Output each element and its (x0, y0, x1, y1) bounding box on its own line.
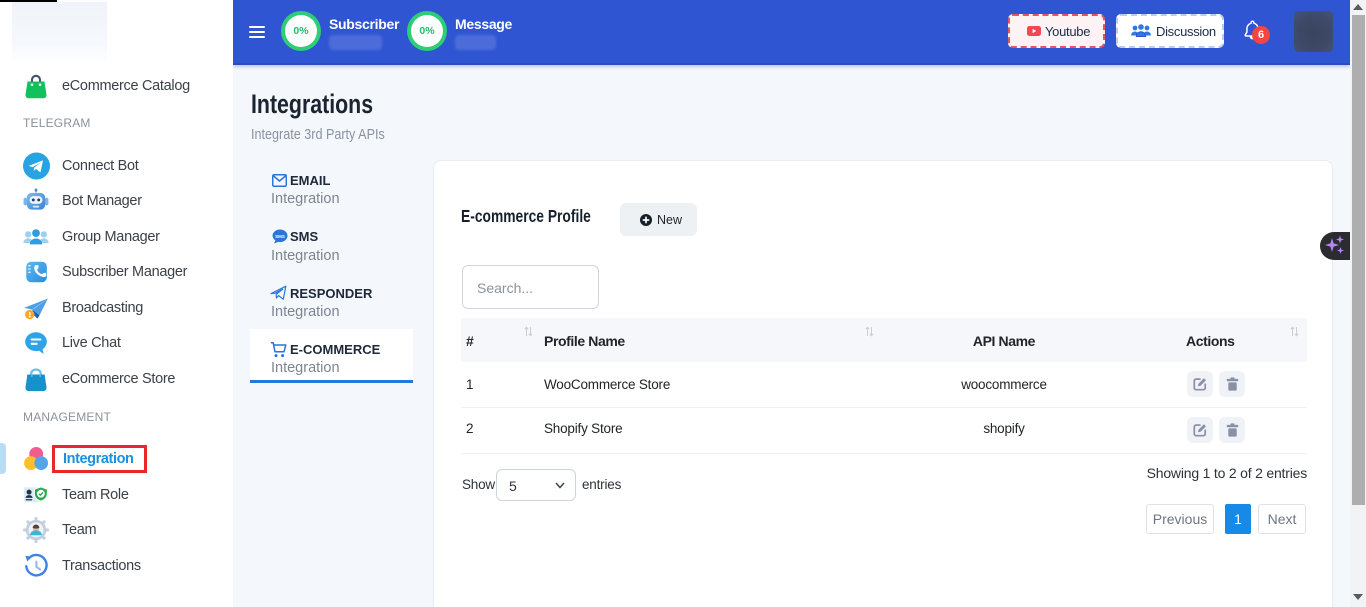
svg-text:SMS: SMS (275, 234, 285, 239)
